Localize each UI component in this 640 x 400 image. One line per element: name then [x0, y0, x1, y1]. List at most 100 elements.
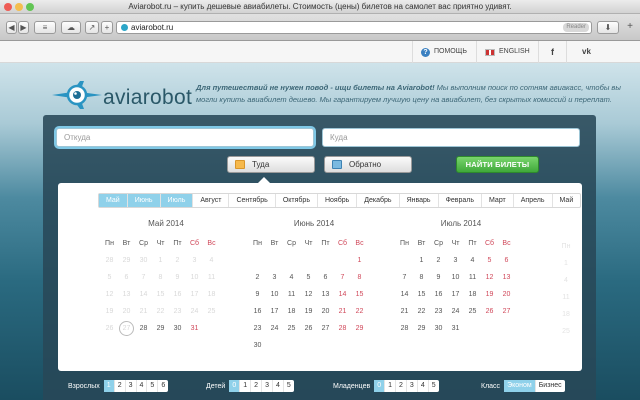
find-tickets-button[interactable]: НАЙТИ БИЛЕТЫ [456, 156, 539, 173]
month-tab[interactable]: Январь [400, 194, 439, 207]
option-pill[interactable]: 5 [284, 380, 294, 392]
option-pill[interactable]: 1 [385, 380, 397, 392]
calendar-day[interactable]: 22 [351, 303, 368, 320]
calendar-day[interactable]: 25 [464, 303, 481, 320]
calendar-day[interactable]: 4 [283, 269, 300, 286]
option-pill[interactable]: 1 [240, 380, 252, 392]
month-tab[interactable]: Октябрь [276, 194, 318, 207]
option-pill[interactable]: Бизнес [536, 380, 565, 392]
facebook-icon[interactable]: f [538, 41, 566, 63]
month-tab[interactable]: Апрель [514, 194, 553, 207]
calendar-day[interactable]: 3 [447, 252, 464, 269]
add-bookmark-button[interactable]: + [101, 21, 113, 34]
calendar-day[interactable]: 17 [266, 303, 283, 320]
calendar-day[interactable]: 1 [413, 252, 430, 269]
option-pill[interactable]: 5 [429, 380, 439, 392]
month-tab[interactable]: Март [482, 194, 514, 207]
calendar-day[interactable]: 20 [317, 303, 334, 320]
option-pill[interactable]: 0 [374, 380, 386, 392]
window-controls[interactable] [4, 3, 34, 11]
calendar-day[interactable]: 18 [464, 286, 481, 303]
calendar-day[interactable]: 27 [498, 303, 515, 320]
calendar-day[interactable]: 9 [249, 286, 266, 303]
calendar-day[interactable]: 21 [396, 303, 413, 320]
calendar-day[interactable]: 27 [317, 320, 334, 337]
calendar-day[interactable]: 12 [481, 269, 498, 286]
reader-button[interactable]: Reader [563, 23, 589, 32]
calendar-day[interactable]: 14 [334, 286, 351, 303]
calendar-day[interactable]: 1 [351, 252, 368, 269]
calendar-day[interactable]: 22 [413, 303, 430, 320]
calendar-day[interactable]: 29 [413, 320, 430, 337]
return-date-button[interactable]: Обратно [324, 156, 412, 173]
calendar-day[interactable]: 5 [481, 252, 498, 269]
calendar-day[interactable]: 2 [430, 252, 447, 269]
calendar-day[interactable]: 7 [334, 269, 351, 286]
calendar-day[interactable]: 12 [300, 286, 317, 303]
calendar-day[interactable]: 19 [300, 303, 317, 320]
calendar-day[interactable]: 11 [464, 269, 481, 286]
month-tab[interactable]: Август [193, 194, 230, 207]
help-link[interactable]: ? ПОМОЩЬ [412, 41, 475, 63]
to-input[interactable]: Куда [322, 128, 580, 147]
calendar-day[interactable]: 3 [266, 269, 283, 286]
option-pill[interactable]: Эконом [504, 380, 536, 392]
month-tab[interactable]: Сентябрь [229, 194, 276, 207]
icloud-tabs-button[interactable]: ☁ [61, 21, 81, 34]
calendar-day[interactable]: 18 [283, 303, 300, 320]
address-bar[interactable]: aviarobot.ru Reader [116, 21, 592, 34]
calendar-day[interactable]: 26 [300, 320, 317, 337]
option-pill[interactable]: 4 [137, 380, 148, 392]
calendar-day[interactable]: 6 [498, 252, 515, 269]
month-tab[interactable]: Май [553, 194, 581, 207]
calendar-day[interactable]: 10 [447, 269, 464, 286]
option-pill[interactable]: 6 [158, 380, 168, 392]
calendar-day[interactable]: 16 [430, 286, 447, 303]
calendar-day[interactable]: 26 [481, 303, 498, 320]
bookmarks-button[interactable]: ≡ [34, 21, 56, 34]
calendar-day[interactable]: 17 [447, 286, 464, 303]
option-pill[interactable]: 3 [407, 380, 418, 392]
month-tab[interactable]: Июль [160, 194, 194, 207]
depart-date-button[interactable]: Туда [227, 156, 315, 173]
calendar-day[interactable]: 2 [249, 269, 266, 286]
calendar-day[interactable]: 13 [317, 286, 334, 303]
option-pill[interactable]: 1 [103, 380, 115, 392]
month-tab[interactable]: Декабрь [357, 194, 400, 207]
calendar-day[interactable]: 23 [430, 303, 447, 320]
calendar-day[interactable]: 21 [334, 303, 351, 320]
month-tab[interactable]: Май [99, 194, 128, 207]
calendar-day[interactable]: 23 [249, 320, 266, 337]
calendar-day[interactable]: 28 [135, 320, 152, 337]
share-button[interactable]: ↗ [85, 21, 99, 34]
calendar-day[interactable]: 25 [283, 320, 300, 337]
vk-icon[interactable]: vk [566, 41, 606, 63]
zoom-window-icon[interactable] [26, 3, 34, 11]
month-tab[interactable]: Ноябрь [318, 194, 358, 207]
option-pill[interactable]: 2 [396, 380, 407, 392]
calendar-day[interactable]: 19 [481, 286, 498, 303]
option-pill[interactable]: 5 [147, 380, 159, 392]
close-window-icon[interactable] [4, 3, 12, 11]
calendar-day[interactable]: 8 [413, 269, 430, 286]
calendar-day[interactable]: 31 [447, 320, 464, 337]
calendar-day[interactable]: 31 [186, 320, 203, 337]
calendar-day[interactable]: 16 [249, 303, 266, 320]
calendar-day[interactable]: 6 [317, 269, 334, 286]
option-pill[interactable]: 4 [418, 380, 429, 392]
calendar-day[interactable]: 11 [283, 286, 300, 303]
forward-button[interactable]: ▶ [18, 21, 29, 34]
calendar-day[interactable]: 10 [266, 286, 283, 303]
option-pill[interactable]: 4 [273, 380, 284, 392]
option-pill[interactable]: 2 [115, 380, 126, 392]
calendar-day[interactable]: 14 [396, 286, 413, 303]
calendar-day[interactable]: 9 [430, 269, 447, 286]
calendar-day[interactable]: 24 [266, 320, 283, 337]
calendar-day[interactable]: 29 [351, 320, 368, 337]
calendar-day[interactable]: 8 [351, 269, 368, 286]
calendar-day[interactable]: 4 [464, 252, 481, 269]
calendar-day[interactable]: 30 [169, 320, 186, 337]
minimize-window-icon[interactable] [15, 3, 23, 11]
calendar-day[interactable]: 5 [300, 269, 317, 286]
from-input[interactable]: Откуда [56, 128, 314, 147]
